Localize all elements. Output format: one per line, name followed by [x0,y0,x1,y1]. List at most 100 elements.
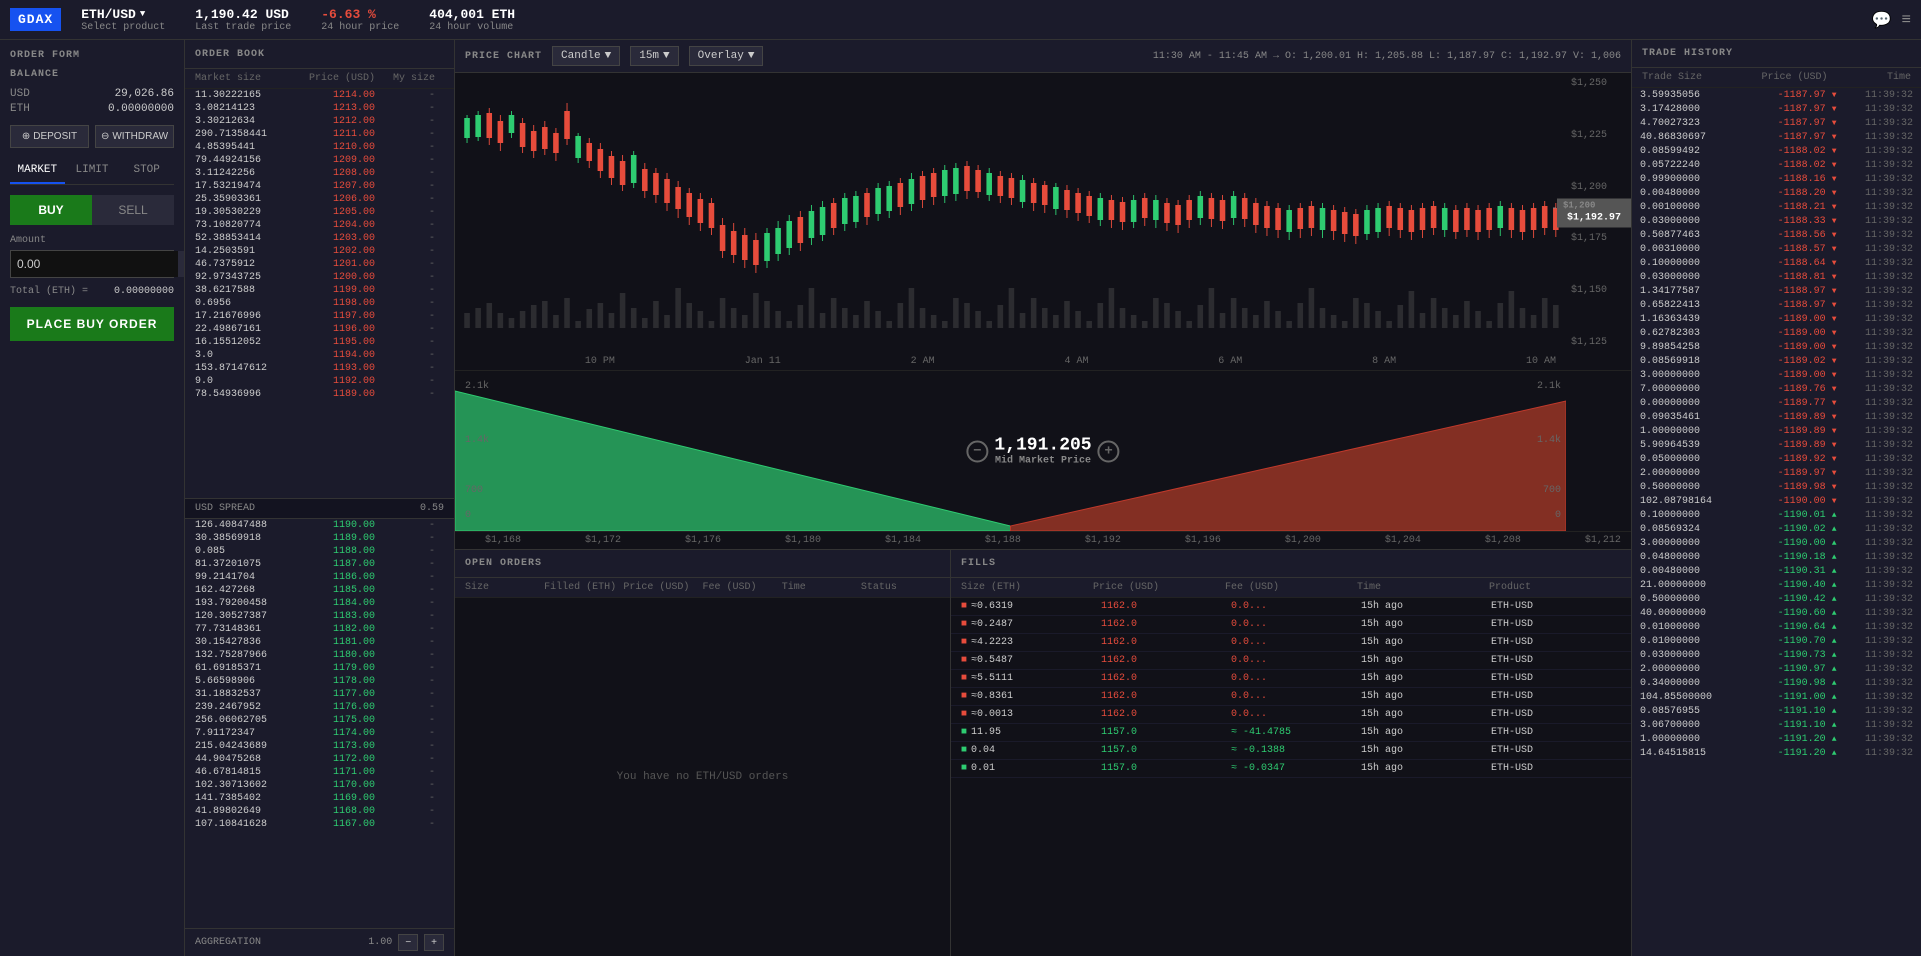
ask-row[interactable]: 3.01194.00- [185,349,454,362]
top-header: GDAX ETH/USD ▼ Select product 1,190.42 U… [0,0,1921,40]
trade-row: 0.01000000 -1190.70 ▲ 11:39:32 [1632,634,1921,648]
bid-row[interactable]: 120.305273871183.00- [185,610,454,623]
time-labels: 10 PM Jan 11 2 AM 4 AM 6 AM 8 AM 10 AM [455,353,1631,371]
tab-limit[interactable]: LIMIT [65,158,120,184]
agg-decrease-button[interactable]: − [398,934,418,951]
ask-row[interactable]: 16.155120521195.00- [185,336,454,349]
ask-row[interactable]: 38.62175881199.00- [185,284,454,297]
candle-chart-svg [455,73,1566,353]
zoom-in-icon[interactable]: + [1098,440,1120,462]
header-right: 💬 ≡ [1871,10,1911,30]
bid-row[interactable]: 81.372010751187.00- [185,558,454,571]
bid-row[interactable]: 99.21417041186.00- [185,571,454,584]
plus-icon: ⊕ [22,131,30,142]
order-book-cols: Market size Price (USD) My size [185,69,454,89]
ask-row[interactable]: 25.359033611206.00- [185,193,454,206]
ask-row[interactable]: 153.871476121193.00- [185,362,454,375]
trade-row: 0.05000000 -1189.92 ▼ 11:39:32 [1632,452,1921,466]
overlay-dropdown[interactable]: Overlay ▼ [689,46,764,66]
ask-row[interactable]: 0.69561198.00- [185,297,454,310]
bid-row[interactable]: 31.188325371177.00- [185,688,454,701]
bid-row[interactable]: 256.060627051175.00- [185,714,454,727]
depth-chart-area: 2.1k 2.1k 1.4k 1.4k 700 700 0 0 − 1,191.… [455,371,1631,531]
menu-icon[interactable]: ≡ [1901,11,1911,29]
bid-row[interactable]: 77.731483611182.00- [185,623,454,636]
gdax-logo: GDAX [10,8,61,31]
fills-header: FILLS [951,550,1631,578]
ask-row[interactable]: 17.216769961197.00- [185,310,454,323]
bid-row[interactable]: 193.792004581184.00- [185,597,454,610]
bid-row[interactable]: 215.042436891173.00- [185,740,454,753]
bid-row[interactable]: 61.691853711179.00- [185,662,454,675]
trade-row: 1.16363439 -1189.00 ▼ 11:39:32 [1632,312,1921,326]
trade-row: 3.00000000 -1190.00 ▲ 11:39:32 [1632,536,1921,550]
bid-row[interactable]: 102.307136021170.00- [185,779,454,792]
spread-label: USD SPREAD [195,503,255,514]
pair-selector[interactable]: ETH/USD ▼ Select product [81,7,165,33]
chat-icon[interactable]: 💬 [1871,10,1891,30]
fills-col-time: Time [1357,582,1489,593]
tab-stop[interactable]: STOP [119,158,174,184]
ask-row[interactable]: 46.73759121201.00- [185,258,454,271]
ask-row[interactable]: 290.713584411211.00- [185,128,454,141]
ask-row[interactable]: 3.082141231213.00- [185,102,454,115]
bid-row[interactable]: 132.752879661180.00- [185,649,454,662]
ask-row[interactable]: 92.973437251200.00- [185,271,454,284]
trade-row: 9.89854258 -1189.00 ▼ 11:39:32 [1632,340,1921,354]
ask-row[interactable]: 3.302126341212.00- [185,115,454,128]
bid-row[interactable]: 107.108416281167.00- [185,818,454,831]
ask-row[interactable]: 79.449241561209.00- [185,154,454,167]
ask-row[interactable]: 3.112422561208.00- [185,167,454,180]
fill-row: ■ 0.01 1157.0 ≈ -0.0347 15h ago ETH-USD [951,760,1631,778]
deposit-button[interactable]: ⊕ DEPOSIT [10,125,89,148]
agg-increase-button[interactable]: + [424,934,444,951]
trade-row: 7.00000000 -1189.76 ▼ 11:39:32 [1632,382,1921,396]
zoom-out-icon[interactable]: − [966,440,988,462]
trade-row: 5.90964539 -1189.89 ▼ 11:39:32 [1632,438,1921,452]
ask-row[interactable]: 11.302221651214.00- [185,89,454,102]
ask-row[interactable]: 73.108207741204.00- [185,219,454,232]
chart-header: PRICE CHART Candle ▼ 15m ▼ Overlay ▼ 11:… [455,40,1631,73]
aggregation-label: AGGREGATION [195,937,261,948]
bid-row[interactable]: 0.0851188.00- [185,545,454,558]
buy-button[interactable]: BUY [10,195,92,225]
bid-row[interactable]: 162.4272681185.00- [185,584,454,597]
pair-dropdown-icon[interactable]: ▼ [140,9,145,19]
ask-row[interactable]: 78.549369961189.00- [185,388,454,401]
price-chart-title: PRICE CHART [465,51,542,62]
fills-section: FILLS Size (ETH) Price (USD) Fee (USD) T… [951,550,1631,956]
chart-ohlcv-info: 11:30 AM - 11:45 AM → O: 1,200.01 H: 1,2… [1153,51,1621,62]
timeframe-dropdown[interactable]: 15m ▼ [630,46,678,66]
pair-name[interactable]: ETH/USD ▼ [81,7,165,22]
bid-row[interactable]: 30.154278361181.00- [185,636,454,649]
bid-row[interactable]: 44.904752681172.00- [185,753,454,766]
ask-row[interactable]: 52.388534141203.00- [185,232,454,245]
ask-row[interactable]: 4.853954411210.00- [185,141,454,154]
ask-row[interactable]: 9.01192.00- [185,375,454,388]
bid-row[interactable]: 30.385699181189.00- [185,532,454,545]
bid-row[interactable]: 46.678148151171.00- [185,766,454,779]
amount-input[interactable] [11,251,178,277]
open-orders-section: OPEN ORDERS Size Filled (ETH) Price (USD… [455,550,951,956]
bid-row[interactable]: 41.898026491168.00- [185,805,454,818]
fill-row: ■ ≈0.8361 1162.0 0.0... 15h ago ETH-USD [951,688,1631,706]
sell-button[interactable]: SELL [92,195,174,225]
bid-row[interactable]: 239.24679521176.00- [185,701,454,714]
bid-row[interactable]: 141.73854021169.00- [185,792,454,805]
order-type-tabs: MARKET LIMIT STOP [10,158,174,185]
trade-row: 0.04800000 -1190.18 ▲ 11:39:32 [1632,550,1921,564]
bid-row[interactable]: 126.408474881190.00- [185,519,454,532]
chart-type-dropdown[interactable]: Candle ▼ [552,46,620,66]
place-order-button[interactable]: PLACE BUY ORDER [10,307,174,341]
ask-row[interactable]: 17.532194741207.00- [185,180,454,193]
withdraw-button[interactable]: ⊖ WITHDRAW [95,125,174,148]
timeframe-dropdown-icon: ▼ [663,50,670,62]
bid-row[interactable]: 7.911723471174.00- [185,727,454,740]
ask-row[interactable]: 22.498671611196.00- [185,323,454,336]
open-orders-header: OPEN ORDERS [455,550,950,578]
col-size: Size [465,582,544,593]
ask-row[interactable]: 19.305302291205.00- [185,206,454,219]
ask-row[interactable]: 14.25035911202.00- [185,245,454,258]
bid-row[interactable]: 5.665989061178.00- [185,675,454,688]
tab-market[interactable]: MARKET [10,158,65,184]
